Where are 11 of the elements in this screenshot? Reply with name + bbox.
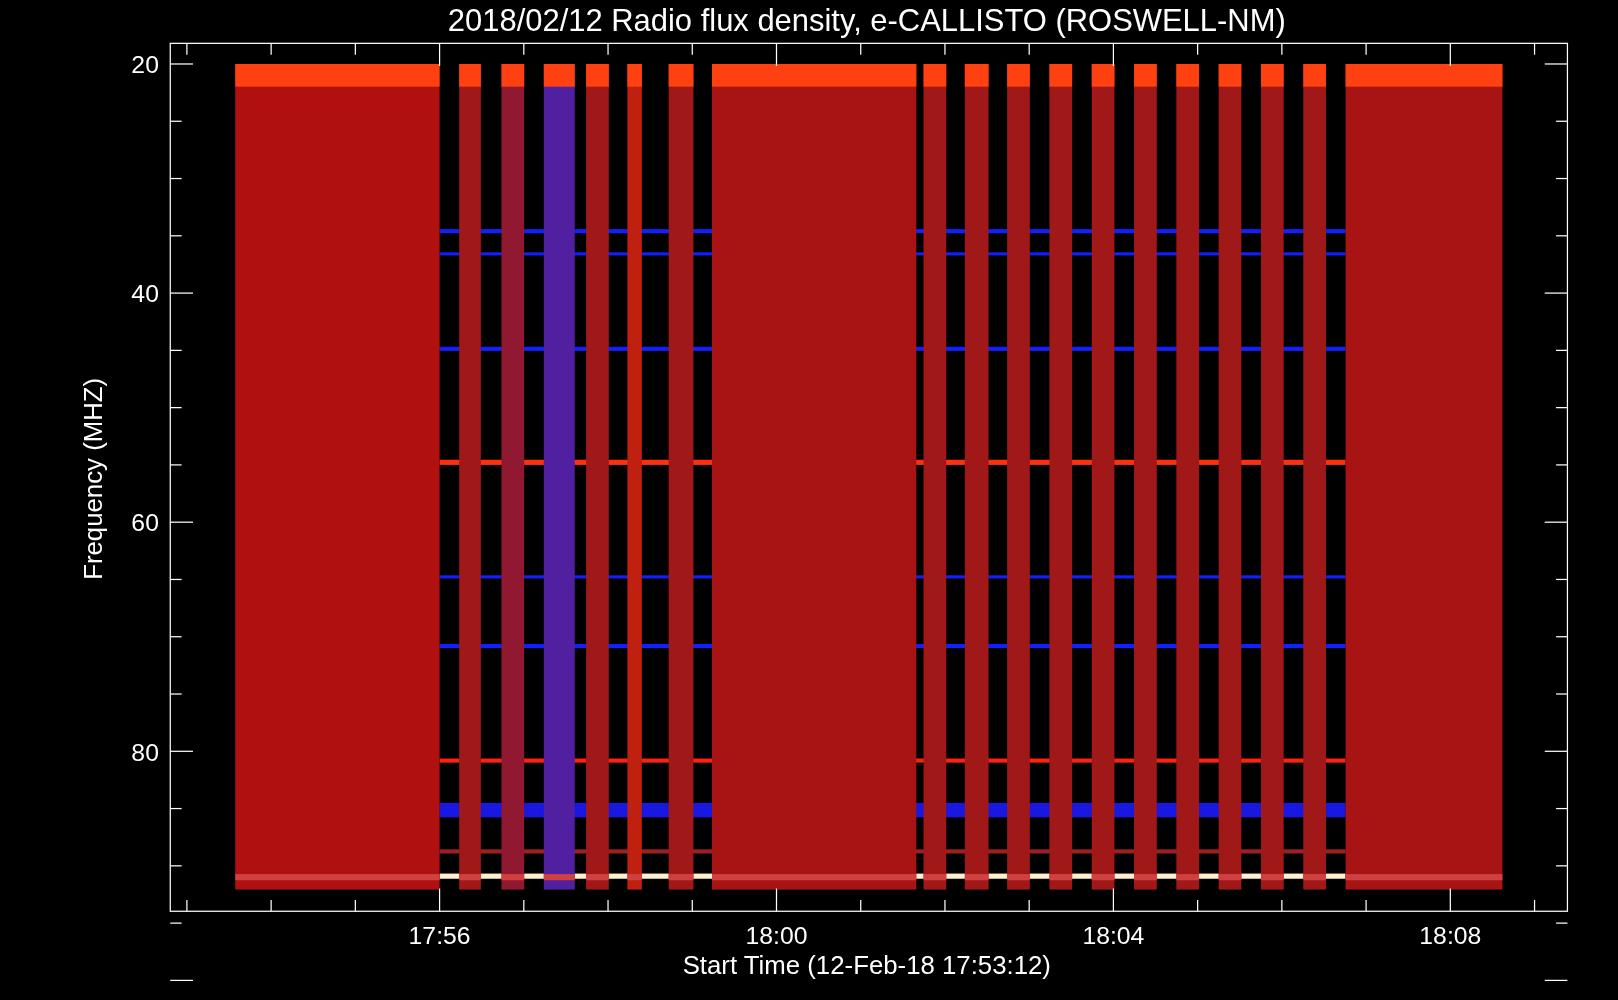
axis-tick-label: 18:04 <box>1082 922 1145 950</box>
axis-title: Frequency (MHZ) <box>79 377 108 580</box>
axis-tick-label: 60 <box>131 509 159 537</box>
axis-tick-label: 17:56 <box>408 922 471 950</box>
axis-tick-label: 18:00 <box>745 922 808 950</box>
axis-tick-label: 20 <box>131 51 159 79</box>
axis-tick-label: 80 <box>131 738 159 766</box>
axis-title: Start Time (12-Feb-18 17:53:12) <box>682 951 1051 980</box>
axis-tick-label: 40 <box>131 280 159 308</box>
plot-title: 2018/02/12 Radio flux density, e-CALLISTO (ROSWELL-NM) <box>447 2 1286 38</box>
axis-tick-label: 18:08 <box>1419 922 1482 950</box>
